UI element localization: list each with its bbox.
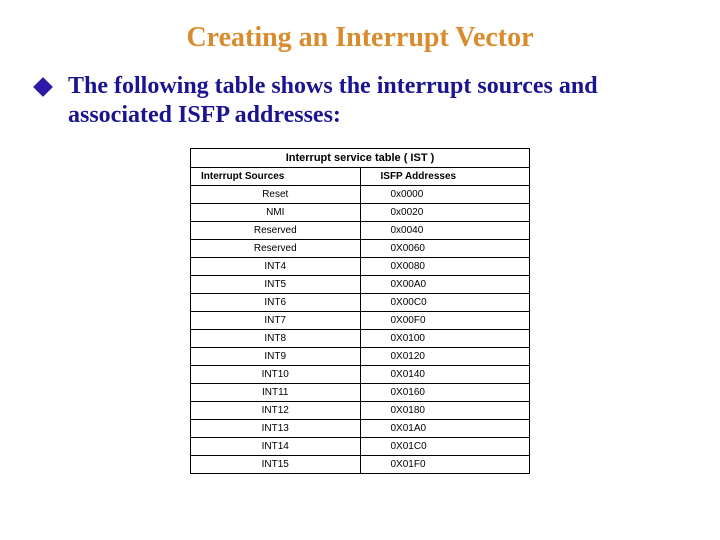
cell-source: Reserved	[191, 221, 361, 239]
cell-address: 0X0140	[360, 365, 530, 383]
cell-source: INT9	[191, 347, 361, 365]
cell-source: INT11	[191, 383, 361, 401]
cell-source: INT7	[191, 311, 361, 329]
table-row: Reset0x0000	[191, 185, 530, 203]
cell-address: 0X0160	[360, 383, 530, 401]
table-row: INT80X0100	[191, 329, 530, 347]
cell-address: 0X0180	[360, 401, 530, 419]
cell-address: 0X01C0	[360, 437, 530, 455]
table-row: INT100X0140	[191, 365, 530, 383]
table-row: INT120X0180	[191, 401, 530, 419]
diamond-bullet-icon	[33, 77, 53, 97]
cell-address: 0X0080	[360, 257, 530, 275]
table-row: INT150X01F0	[191, 455, 530, 473]
cell-source: INT14	[191, 437, 361, 455]
slide-title: Creating an Interrupt Vector	[0, 0, 720, 72]
table-row: INT60X00C0	[191, 293, 530, 311]
cell-source: NMI	[191, 203, 361, 221]
cell-address: 0X00C0	[360, 293, 530, 311]
col-header-sources: Interrupt Sources	[191, 167, 361, 185]
ist-table: Interrupt Sources ISFP Addresses Reset0x…	[190, 167, 530, 474]
table-row: INT40X0080	[191, 257, 530, 275]
cell-source: INT6	[191, 293, 361, 311]
cell-address: 0X0120	[360, 347, 530, 365]
ist-table-container: Interrupt service table ( IST ) Interrup…	[190, 148, 530, 474]
cell-source: Reset	[191, 185, 361, 203]
body-text: The following table shows the interrupt …	[68, 72, 690, 130]
cell-address: 0x0000	[360, 185, 530, 203]
table-row: INT110X0160	[191, 383, 530, 401]
cell-source: INT10	[191, 365, 361, 383]
cell-address: 0X00F0	[360, 311, 530, 329]
cell-address: 0x0020	[360, 203, 530, 221]
table-header-row: Interrupt Sources ISFP Addresses	[191, 167, 530, 185]
table-row: INT70X00F0	[191, 311, 530, 329]
cell-address: 0X00A0	[360, 275, 530, 293]
table-row: Reserved0x0040	[191, 221, 530, 239]
cell-source: INT13	[191, 419, 361, 437]
table-row: NMI0x0020	[191, 203, 530, 221]
cell-source: INT15	[191, 455, 361, 473]
table-row: INT140X01C0	[191, 437, 530, 455]
table-title: Interrupt service table ( IST )	[190, 148, 530, 167]
col-header-addresses: ISFP Addresses	[360, 167, 530, 185]
table-row: INT130X01A0	[191, 419, 530, 437]
cell-source: INT12	[191, 401, 361, 419]
cell-address: 0X01F0	[360, 455, 530, 473]
table-row: INT50X00A0	[191, 275, 530, 293]
cell-source: INT5	[191, 275, 361, 293]
cell-source: INT4	[191, 257, 361, 275]
body-row: The following table shows the interrupt …	[0, 72, 720, 130]
table-row: Reserved0X0060	[191, 239, 530, 257]
cell-address: 0X0100	[360, 329, 530, 347]
cell-address: 0X0060	[360, 239, 530, 257]
cell-address: 0x0040	[360, 221, 530, 239]
cell-source: INT8	[191, 329, 361, 347]
cell-source: Reserved	[191, 239, 361, 257]
cell-address: 0X01A0	[360, 419, 530, 437]
table-row: INT90X0120	[191, 347, 530, 365]
